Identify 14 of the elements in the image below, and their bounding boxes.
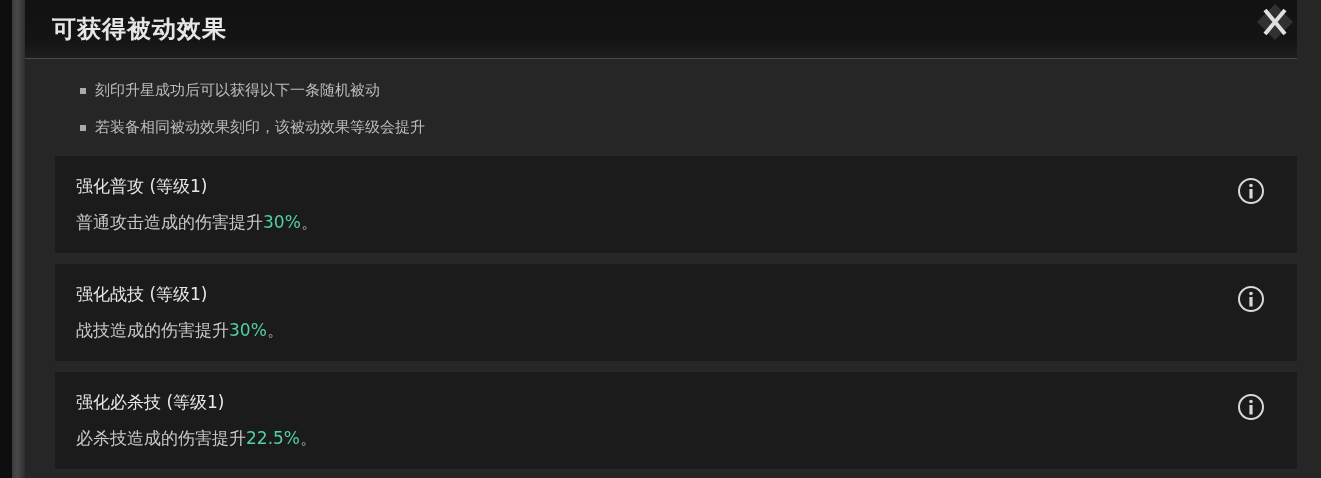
info-icon[interactable]	[1237, 177, 1265, 205]
bullet-icon	[80, 87, 86, 94]
bullet-icon	[80, 124, 86, 131]
note-text: 刻印升星成功后可以获得以下一条随机被动	[95, 81, 380, 100]
info-icon[interactable]	[1237, 393, 1265, 421]
effect-name: 强化战技 (等级1)	[76, 283, 209, 306]
info-icon[interactable]	[1237, 285, 1265, 313]
note-text: 若装备相同被动效果刻印，该被动效果等级会提升	[95, 118, 425, 137]
effect-description: 普通攻击造成的伤害提升30%。	[76, 211, 318, 234]
effect-description: 必杀技造成的伤害提升22.5%。	[76, 427, 317, 450]
effect-name: 强化必杀技 (等级1)	[76, 391, 226, 414]
effect-description: 战技造成的伤害提升30%。	[76, 319, 284, 342]
effect-name: 强化普攻 (等级1)	[76, 175, 209, 198]
dialog-title: 可获得被动效果	[52, 13, 227, 45]
